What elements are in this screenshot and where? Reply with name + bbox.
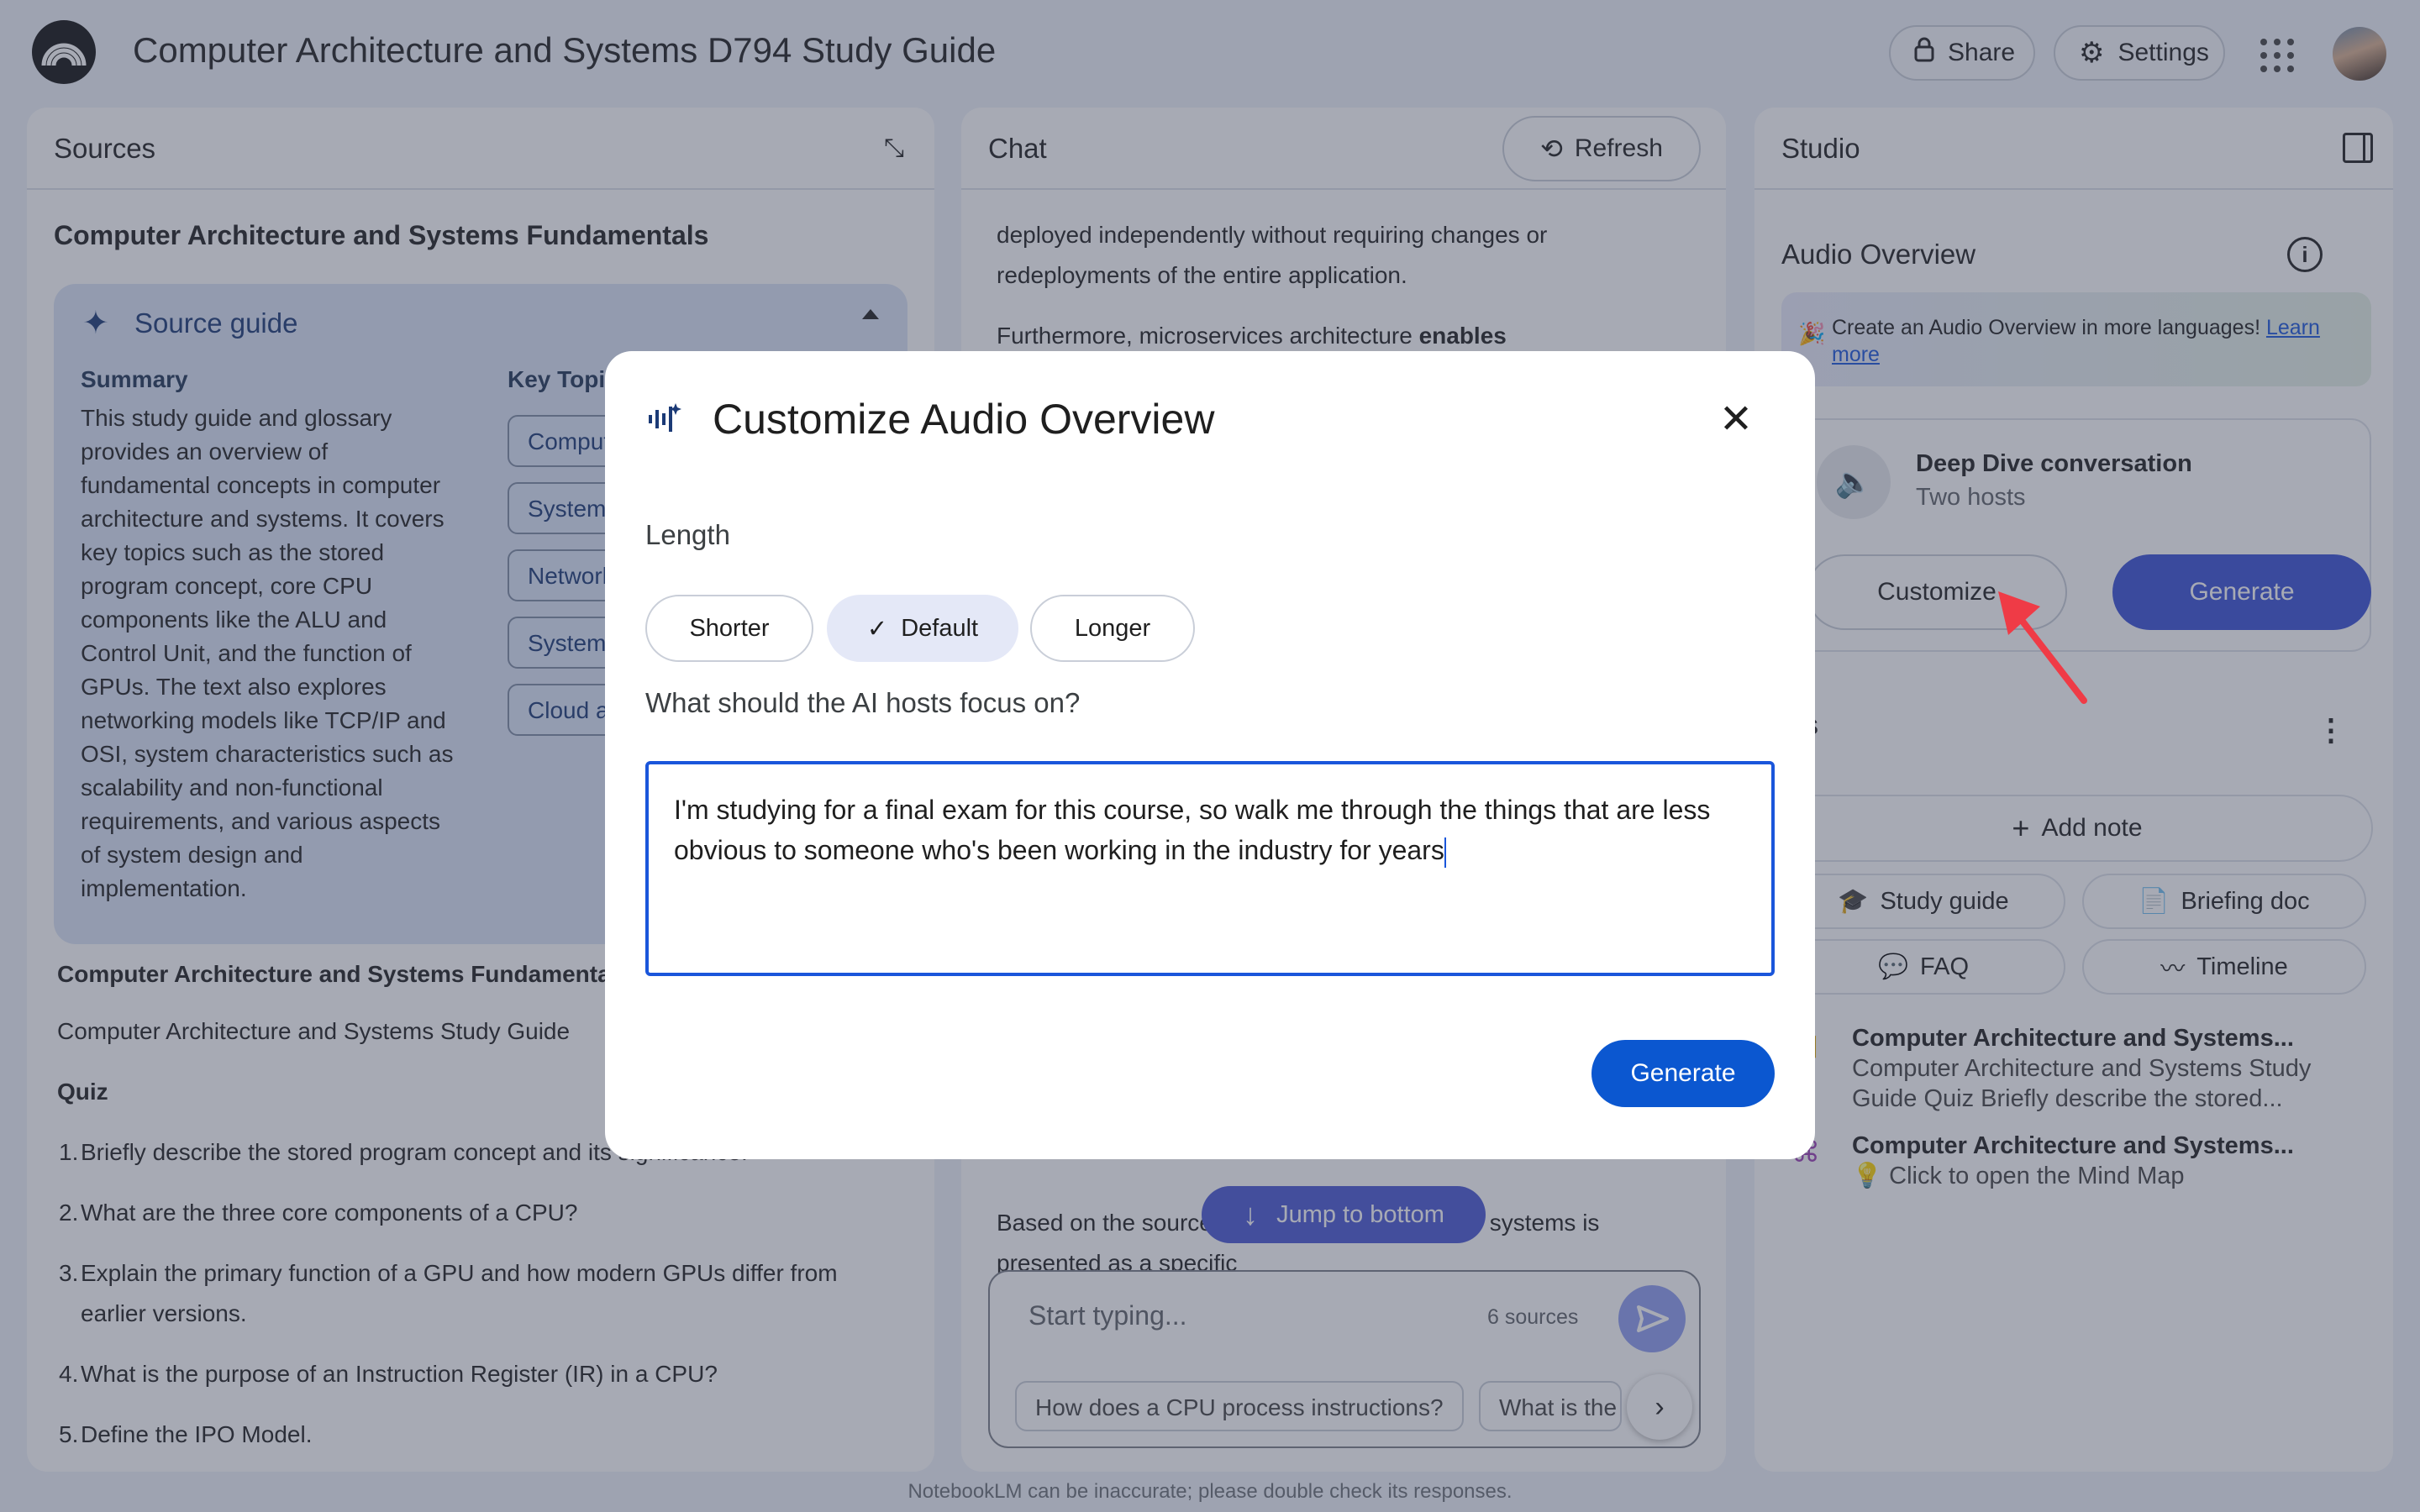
focus-label: What should the AI hosts focus on?: [645, 687, 1081, 718]
dialog-title: Customize Audio Overview: [713, 396, 1215, 443]
length-label: Length: [645, 519, 730, 550]
customize-audio-dialog: Customize Audio Overview ✕ Length Shorte…: [605, 351, 1815, 1159]
generate-button[interactable]: Generate: [1591, 1040, 1775, 1107]
checkmark-icon: ✓: [866, 615, 888, 643]
audio-waveform-icon: [649, 403, 681, 432]
length-option-shorter[interactable]: Shorter: [645, 595, 813, 662]
annotation-arrow-icon: [1998, 591, 2087, 704]
focus-textarea[interactable]: I'm studying for a final exam for this c…: [645, 761, 1775, 976]
length-option-default[interactable]: ✓ Default: [827, 595, 1018, 662]
length-option-longer[interactable]: Longer: [1030, 595, 1195, 662]
close-icon[interactable]: ✕: [1712, 396, 1760, 444]
text-cursor: [1444, 837, 1446, 868]
